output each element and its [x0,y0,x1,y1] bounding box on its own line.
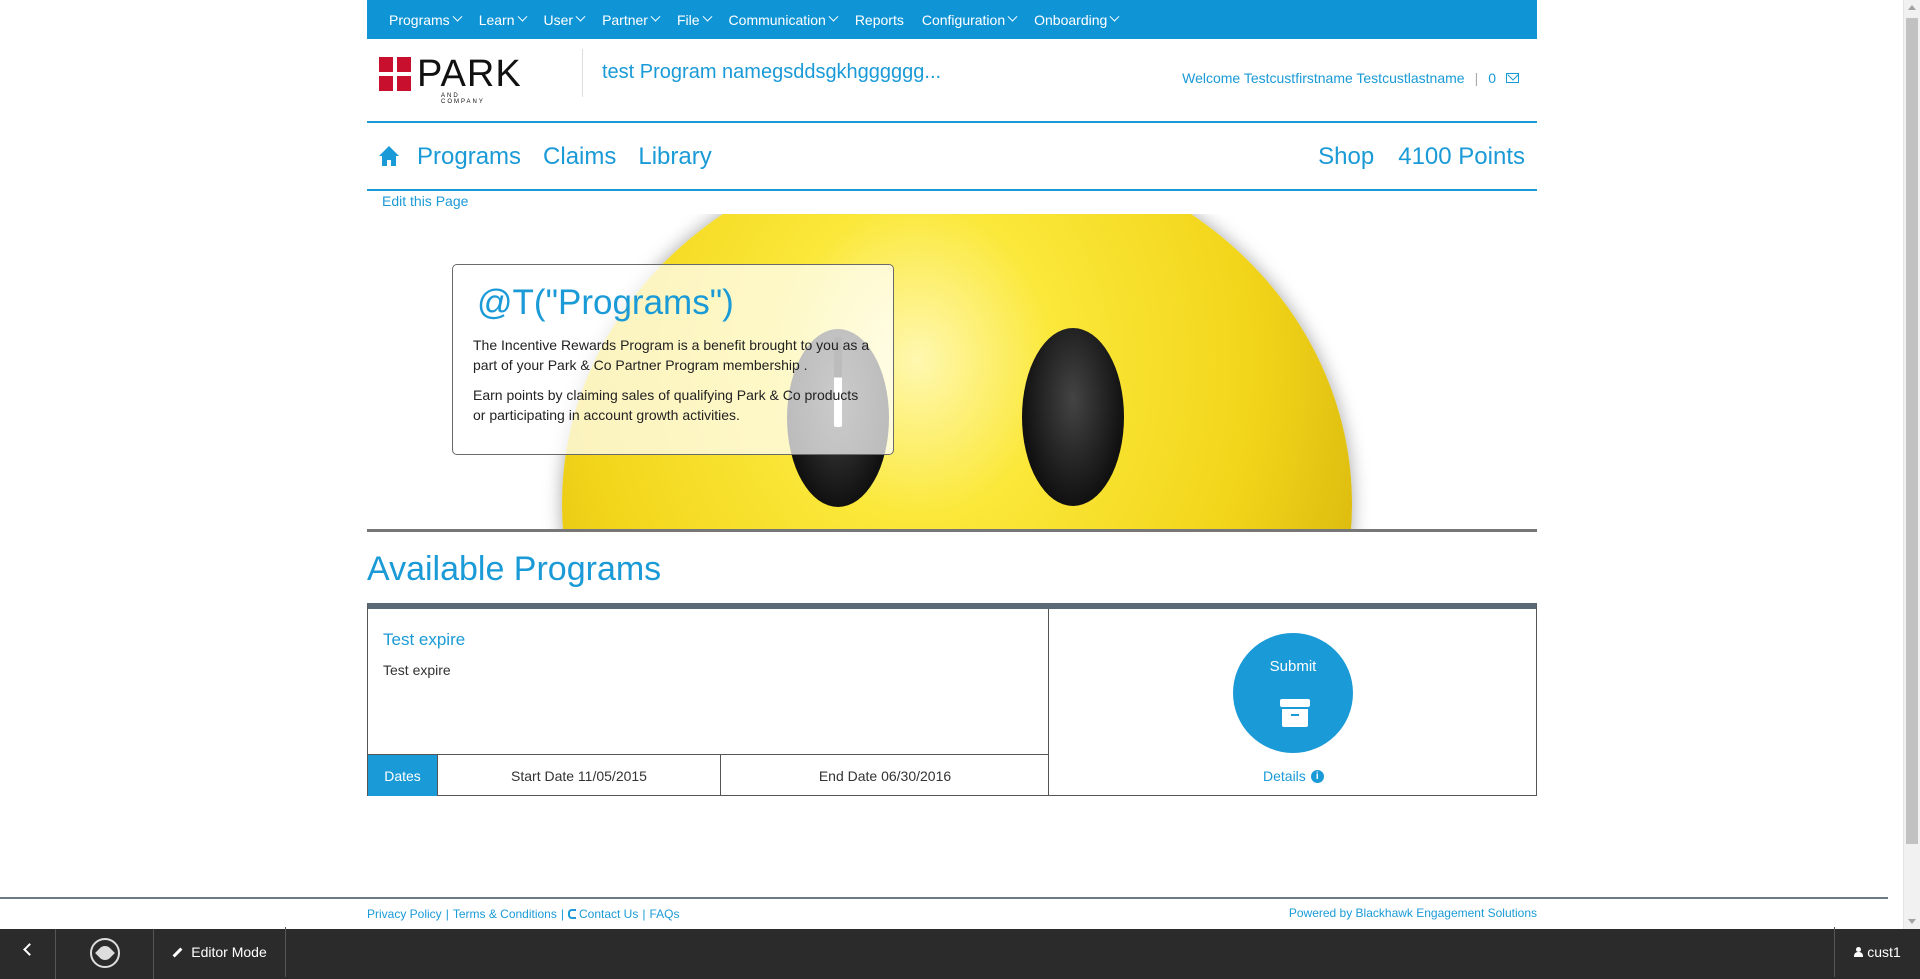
admin-menu-label: Learn [478,11,515,28]
footer: Privacy Policy | Terms & Conditions | Co… [367,906,1537,924]
phone-icon [567,909,576,919]
program-description: Test expire [383,662,451,678]
admin-menu-label: Programs [389,11,450,28]
admin-menu-bar: Programs Learn User Partner File Communi… [367,0,1537,39]
contact-us-link[interactable]: Contact Us [579,907,638,921]
admin-menu-label: User [543,11,574,28]
logo-text: PARK [417,53,522,95]
scroll-down-arrow-icon[interactable] [1908,919,1916,924]
end-date: End Date 06/30/2016 [720,755,1049,796]
chevron-down-icon [452,11,463,22]
editor-mode-button[interactable]: Editor Mode [154,927,286,977]
chevron-left-icon [23,942,36,956]
collapse-toolbar-button[interactable] [0,929,56,979]
vertical-scrollbar[interactable] [1903,0,1920,929]
info-icon: i [1310,769,1324,783]
admin-menu-configuration[interactable]: Configuration [921,11,1018,28]
user-name: cust1 [1867,944,1901,960]
welcome-area: Welcome Testcustfirstname Testcustlastna… [1182,70,1519,86]
footer-separator: | [560,907,564,921]
footer-separator: | [642,907,646,921]
available-programs-title: Available Programs [367,550,662,588]
submit-button[interactable]: Submit [1233,633,1353,753]
admin-menu-label: Reports [854,11,904,28]
admin-menu-partner[interactable]: Partner [602,11,661,28]
promo-paragraph: Earn points by claiming sales of qualify… [473,387,859,423]
logo-subtext: AND COMPANY [441,93,485,105]
promo-title: @T("Programs") [477,283,734,322]
chevron-down-icon [650,11,661,22]
submit-label: Submit [1269,658,1317,675]
chevron-down-icon [828,11,839,22]
chevron-down-icon [1007,11,1018,22]
site-header: PARK AND COMPANY test Program namegsddsg… [367,39,1537,123]
admin-menu-reports[interactable]: Reports [855,12,904,28]
editor-mode-label: Editor Mode [191,944,267,960]
details-label: Details [1263,768,1306,784]
admin-menu-programs[interactable]: Programs [389,11,463,28]
archive-icon [1280,699,1310,727]
nav-claims[interactable]: Claims [543,143,616,171]
chevron-down-icon [702,11,712,22]
admin-menu-user[interactable]: User [543,11,586,28]
admin-menu-learn[interactable]: Learn [478,11,527,28]
toolbar-logo-button[interactable] [56,929,154,979]
main-nav: Programs Claims Library Shop 4100 Points [367,125,1537,191]
message-count[interactable]: 0 [1488,70,1496,86]
admin-menu-label: Partner [602,11,648,28]
user-menu-button[interactable]: cust1 [1834,927,1920,977]
edit-page-link[interactable]: Edit this Page [382,193,468,209]
chevron-down-icon [517,11,527,22]
nav-points[interactable]: 4100 Points [1398,143,1525,171]
promo-paragraph: The Incentive Rewards Program is a benef… [473,337,870,373]
terms-link[interactable]: Terms & Conditions [453,907,557,921]
footer-divider [0,897,1888,899]
admin-menu-communication[interactable]: Communication [728,11,839,28]
program-dates: Dates Start Date 11/05/2015 End Date 06/… [368,754,1049,796]
nav-shop[interactable]: Shop [1318,143,1374,171]
pencil-icon [172,947,183,957]
nav-programs[interactable]: Programs [417,143,521,171]
start-date: Start Date 11/05/2015 [437,755,720,796]
footer-separator: | [445,907,449,921]
mail-icon[interactable] [1506,73,1519,83]
promo-card: @T("Programs") The Incentive Rewards Pro… [452,264,894,455]
smiley-right-eye [1022,328,1124,506]
faqs-link[interactable]: FAQs [649,907,679,921]
program-title[interactable]: Test expire [383,630,465,650]
program-info: Test expire Test expire Dates Start Date… [368,609,1049,796]
details-link[interactable]: Details i [1263,768,1324,784]
logo-mark-icon [379,57,411,91]
user-icon [1854,947,1864,957]
home-icon[interactable] [377,146,399,168]
admin-menu-label: File [676,11,700,28]
admin-menu-file[interactable]: File [676,11,712,28]
powered-by-link[interactable]: Powered by Blackhawk Engagement Solution… [1289,906,1537,920]
footer-links: Privacy Policy | Terms & Conditions | Co… [367,907,679,921]
welcome-separator: | [1474,70,1479,86]
admin-menu-label: Communication [728,11,826,28]
chevron-down-icon [575,11,586,22]
park-logo[interactable]: PARK AND COMPANY [379,53,521,105]
chevron-down-icon [1109,11,1120,22]
header-divider [582,49,583,97]
program-name: test Program namegsddsgkhgggggg... [602,61,942,83]
editor-toolbar: Editor Mode cust1 [0,927,1920,979]
nav-library[interactable]: Library [638,143,711,171]
dates-label: Dates [368,755,437,796]
scroll-up-arrow-icon[interactable] [1908,5,1916,10]
scrollbar-thumb[interactable] [1906,18,1918,844]
admin-menu-onboarding[interactable]: Onboarding [1034,11,1120,28]
page: Programs Learn User Partner File Communi… [0,0,1920,979]
program-card: Test expire Test expire Dates Start Date… [367,603,1537,796]
privacy-policy-link[interactable]: Privacy Policy [367,907,442,921]
flower-logo-icon [89,938,120,968]
admin-menu-label: Onboarding [1034,11,1108,28]
admin-menu-label: Configuration [921,11,1006,28]
welcome-text[interactable]: Welcome Testcustfirstname Testcustlastna… [1182,70,1464,86]
